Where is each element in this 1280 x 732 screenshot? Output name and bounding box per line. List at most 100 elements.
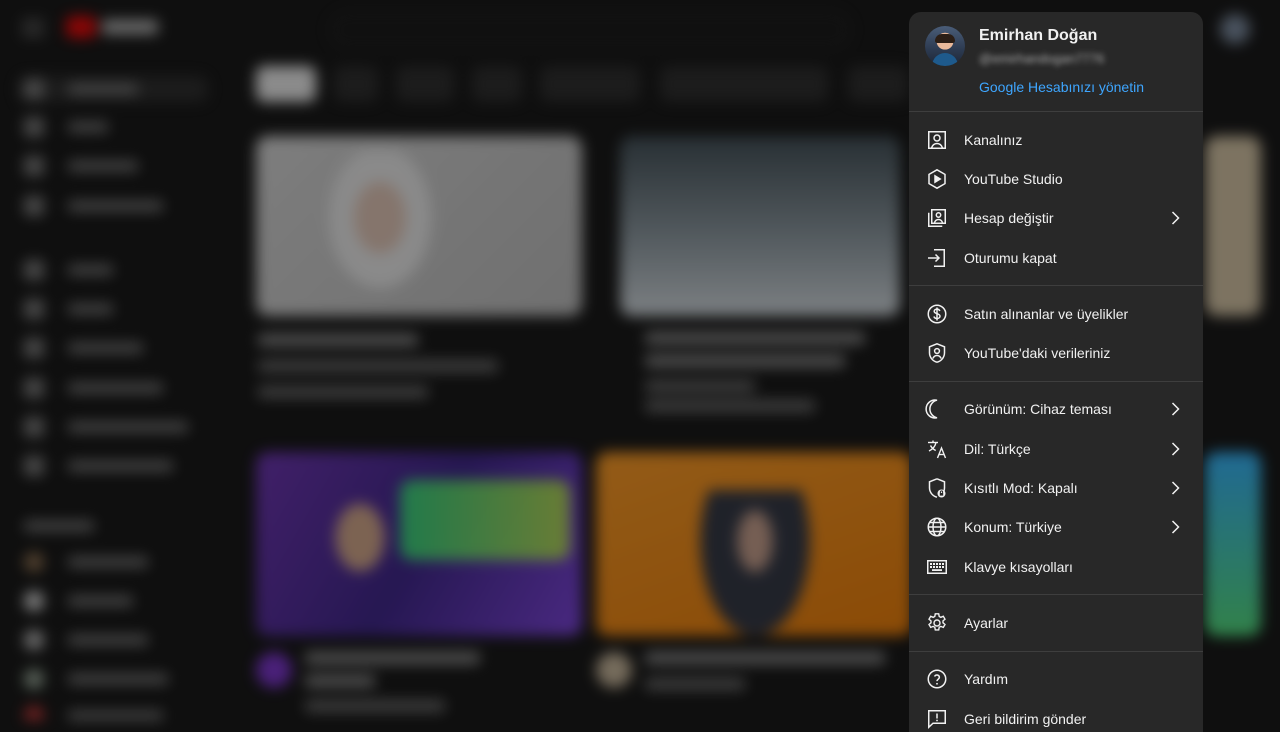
menu-item-label: Görünüm: Cihaz teması [964, 401, 1112, 417]
background-chip [848, 66, 908, 102]
background-text-line [258, 386, 428, 398]
background-thumbnail-text [400, 480, 570, 560]
background-text-line [305, 652, 480, 664]
menu-section-account: Kanalınız YouTube Studio Hesap değiştir … [909, 112, 1203, 286]
account-avatar [925, 26, 965, 66]
background-channel-avatar [596, 652, 632, 688]
account-name: Emirhan Doğan [979, 27, 1097, 45]
menu-item-label: Dil: Türkçe [964, 441, 1031, 457]
menu-item-sign-out[interactable]: Oturumu kapat [909, 238, 1203, 277]
menu-item-help[interactable]: Yardım [909, 660, 1203, 699]
menu-item-label: Hesap değiştir [964, 210, 1054, 226]
moon-icon [925, 397, 949, 421]
background-sidebar-item [18, 257, 208, 283]
background-sidebar-item [18, 114, 208, 140]
menu-item-send-feedback[interactable]: Geri bildirim gönder [909, 699, 1203, 732]
background-sidebar-item [18, 453, 208, 479]
switch-account-icon [925, 206, 949, 230]
background-thumbnail [1205, 136, 1261, 316]
menu-item-label: Ayarlar [964, 615, 1008, 631]
menu-item-label: Oturumu kapat [964, 250, 1057, 266]
background-channel-avatar [256, 652, 292, 688]
menu-item-label: Kısıtlı Mod: Kapalı [964, 480, 1078, 496]
account-header: Emirhan Doğan @emirhandogan7776 Google H… [909, 12, 1203, 112]
menu-section-purchases: Satın alınanlar ve üyelikler YouTube'dak… [909, 286, 1203, 382]
menu-item-location[interactable]: Konum: Türkiye [909, 508, 1203, 547]
person-box-icon [925, 128, 949, 152]
topbar-avatar [1220, 14, 1250, 44]
background-text-line [645, 332, 865, 344]
background-subscription [18, 588, 208, 614]
background-thumbnail [620, 136, 900, 316]
background-subscription [18, 666, 208, 692]
menu-item-label: Konum: Türkiye [964, 519, 1062, 535]
menu-item-label: YouTube'daki verileriniz [964, 345, 1110, 361]
menu-item-label: Geri bildirim gönder [964, 711, 1086, 727]
account-menu: Emirhan Doğan @emirhandogan7776 Google H… [909, 12, 1203, 732]
background-text-line [305, 700, 445, 712]
background-subscription [18, 703, 208, 720]
background-chip [540, 66, 640, 102]
background-sidebar-item [18, 153, 208, 179]
background-chip [256, 66, 316, 102]
menu-item-label: Yardım [964, 671, 1008, 687]
menu-item-label: Kanalınız [964, 132, 1022, 148]
menu-item-label: Satın alınanlar ve üyelikler [964, 306, 1128, 322]
youtube-logo-text [102, 20, 158, 34]
background-sidebar-item [18, 76, 208, 102]
background-subscription [18, 549, 208, 575]
menu-item-settings[interactable]: Ayarlar [909, 603, 1203, 642]
background-subscription [18, 627, 208, 653]
globe-icon [925, 515, 949, 539]
manage-google-account-link[interactable]: Google Hesabınızı yönetin [979, 79, 1144, 95]
chevron-right-icon [1163, 515, 1187, 539]
background-sidebar-item [18, 193, 208, 219]
menu-item-your-channel[interactable]: Kanalınız [909, 120, 1203, 159]
chevron-right-icon [1163, 206, 1187, 230]
hamburger-menu-icon [22, 20, 44, 36]
background-chip [396, 66, 454, 102]
help-icon [925, 667, 949, 691]
background-thumbnail-figure [700, 490, 810, 636]
menu-section-preferences: Görünüm: Cihaz teması Dil: Türkçe Kısıtl… [909, 382, 1203, 595]
gear-icon [925, 611, 949, 635]
background-search-box [330, 12, 850, 48]
background-text-line [645, 400, 815, 412]
background-text-line [645, 652, 885, 664]
menu-item-language[interactable]: Dil: Türkçe [909, 429, 1203, 468]
background-sidebar-item [18, 414, 208, 440]
menu-section-settings: Ayarlar [909, 595, 1203, 651]
chevron-right-icon [1163, 476, 1187, 500]
menu-item-label: YouTube Studio [964, 171, 1063, 187]
menu-item-youtube-studio[interactable]: YouTube Studio [909, 159, 1203, 198]
background-text-line [258, 360, 498, 372]
background-chip [472, 66, 522, 102]
background-text-line [305, 675, 375, 687]
background-sidebar-item [18, 375, 208, 401]
menu-item-switch-account[interactable]: Hesap değiştir [909, 199, 1203, 238]
chevron-right-icon [1163, 397, 1187, 421]
dollar-icon [925, 302, 949, 326]
background-text-line [645, 355, 845, 367]
background-sidebar-item [18, 296, 208, 322]
menu-item-keyboard-shortcuts[interactable]: Klavye kısayolları [909, 547, 1203, 586]
feedback-icon [925, 707, 949, 731]
translate-icon [925, 437, 949, 461]
restricted-icon [925, 476, 949, 500]
menu-item-restricted-mode[interactable]: Kısıtlı Mod: Kapalı [909, 468, 1203, 507]
sign-out-icon [925, 246, 949, 270]
background-text-line [645, 380, 755, 392]
background-thumbnail [1205, 452, 1261, 636]
account-handle: @emirhandogan7776 [979, 51, 1104, 66]
background-text-line [258, 334, 418, 346]
menu-item-appearance[interactable]: Görünüm: Cihaz teması [909, 390, 1203, 429]
background-chip [660, 66, 828, 102]
menu-item-label: Klavye kısayolları [964, 559, 1073, 575]
menu-item-purchases-memberships[interactable]: Satın alınanlar ve üyelikler [909, 294, 1203, 333]
shield-person-icon [925, 341, 949, 365]
background-chip [334, 66, 378, 102]
background-sidebar-heading [18, 513, 208, 539]
menu-item-your-data[interactable]: YouTube'daki verileriniz [909, 333, 1203, 372]
background-text-line [645, 678, 745, 690]
background-thumbnail-figure [320, 150, 440, 300]
